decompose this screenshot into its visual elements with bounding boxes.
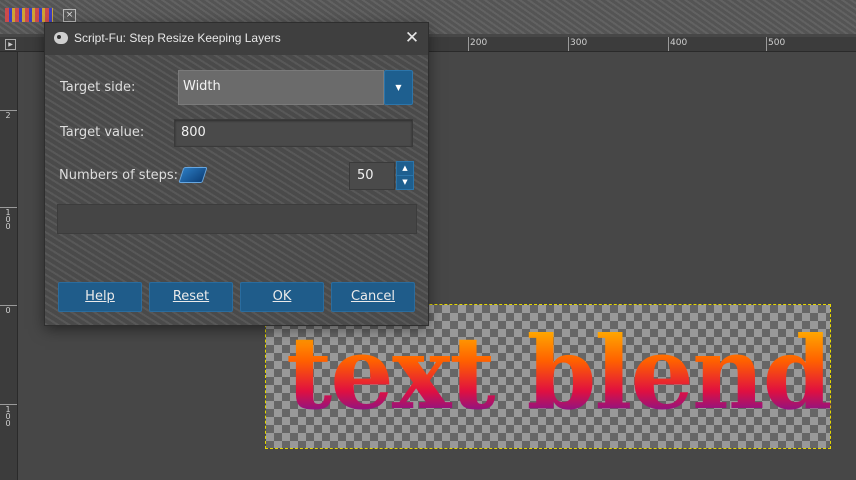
target-side-combo[interactable]: Width <box>178 70 384 105</box>
steps-label: Numbers of steps: <box>59 168 179 183</box>
ruler-label: 200 <box>470 38 488 48</box>
steps-value: 50 <box>357 168 374 183</box>
ruler-label: 1 0 0 <box>5 208 11 231</box>
reset-button[interactable]: Reset <box>149 282 233 312</box>
tab-close-icon[interactable]: × <box>63 9 76 22</box>
ruler-label: 400 <box>670 38 688 48</box>
ruler-label: 1 0 0 <box>5 405 11 428</box>
close-icon[interactable]: ✕ <box>402 28 422 48</box>
gimp-icon <box>54 32 68 44</box>
dialog-title: Script-Fu: Step Resize Keeping Layers <box>74 31 281 45</box>
image-canvas[interactable]: text blend <box>265 304 833 449</box>
target-value-text: 800 <box>181 125 206 140</box>
ok-button[interactable]: OK <box>240 282 324 312</box>
vertical-ruler[interactable]: 2 1 0 0 0 1 0 0 <box>0 52 18 480</box>
ruler-label: 0 <box>5 306 11 315</box>
script-fu-dialog: Script-Fu: Step Resize Keeping Layers ✕ … <box>45 23 428 325</box>
target-side-label: Target side: <box>60 80 136 95</box>
spin-down-icon[interactable]: ▼ <box>396 175 414 190</box>
steps-slider[interactable] <box>178 167 208 183</box>
image-thumbnail[interactable] <box>5 8 53 22</box>
ruler-label: 2 <box>5 111 11 120</box>
target-side-value: Width <box>183 79 221 94</box>
target-value-input[interactable]: 800 <box>174 119 413 147</box>
progress-bar <box>57 204 417 234</box>
ruler-label: 500 <box>768 38 786 48</box>
steps-spin-input[interactable]: 50 <box>349 162 395 190</box>
image-menu-icon[interactable]: ▶ <box>5 39 16 50</box>
spin-up-icon[interactable]: ▲ <box>396 161 414 176</box>
target-value-label: Target value: <box>60 125 145 140</box>
cancel-button[interactable]: Cancel <box>331 282 415 312</box>
chevron-down-icon[interactable]: ▼ <box>384 70 413 105</box>
artwork-text: text blend <box>286 314 833 432</box>
help-button[interactable]: Help <box>58 282 142 312</box>
dialog-titlebar[interactable]: Script-Fu: Step Resize Keeping Layers ✕ <box>45 23 428 55</box>
ruler-label: 300 <box>570 38 588 48</box>
